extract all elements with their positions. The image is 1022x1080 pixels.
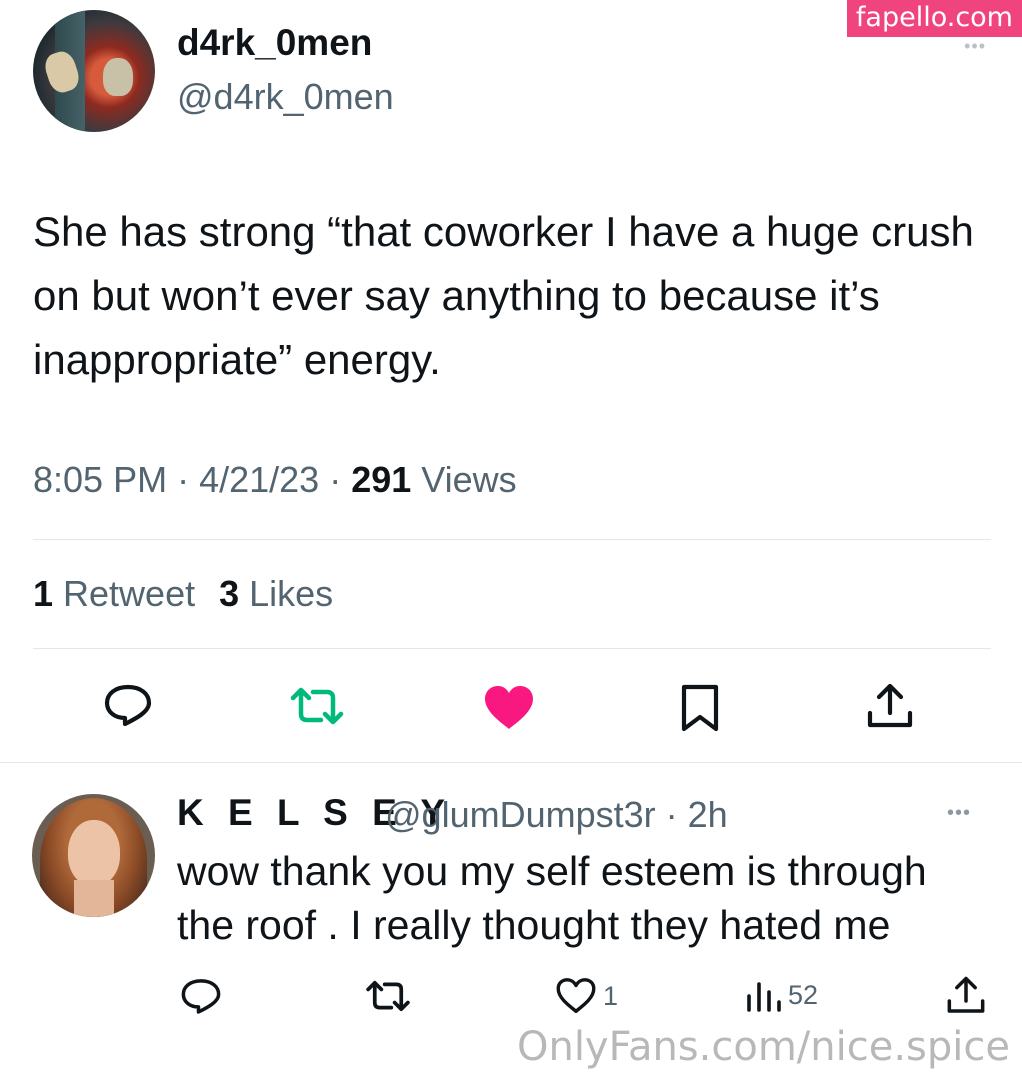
views-count: 291 bbox=[351, 459, 412, 500]
watermark-bottom: OnlyFans.com/nice.spice bbox=[516, 1024, 1010, 1070]
avatar[interactable] bbox=[33, 10, 155, 132]
share-icon bbox=[867, 683, 913, 728]
reply-share-button[interactable] bbox=[946, 976, 986, 1016]
reply-icon bbox=[104, 684, 152, 727]
tweet-text: She has strong “that coworker I have a h… bbox=[33, 208, 974, 383]
divider bbox=[0, 762, 1022, 763]
bookmark-icon bbox=[681, 684, 719, 732]
reply-reply-button[interactable] bbox=[180, 977, 222, 1015]
reply-handle[interactable]: @glumDumpst3r bbox=[385, 794, 656, 835]
tweet-date[interactable]: 4/21/23 bbox=[199, 459, 319, 500]
reply-likes-count: 1 bbox=[603, 980, 619, 1011]
reply-handle-line: @glumDumpst3r · 2h bbox=[385, 794, 728, 836]
retweet-icon bbox=[366, 980, 410, 1012]
reply-like-button[interactable]: 1 bbox=[555, 977, 618, 1015]
heart-outline-icon bbox=[556, 978, 596, 1014]
more-dots-icon[interactable]: ••• bbox=[947, 802, 971, 825]
reply-button[interactable] bbox=[103, 683, 153, 727]
reply-text: wow thank you my self esteem is through … bbox=[177, 848, 927, 948]
retweet-button[interactable] bbox=[288, 686, 346, 726]
tweet-meta: 8:05 PM · 4/21/23 · 291 Views bbox=[33, 459, 517, 501]
retweets-label: Retweet bbox=[53, 573, 196, 614]
bar-chart-icon bbox=[747, 982, 781, 1012]
meta-separator: · bbox=[319, 459, 352, 500]
more-dots-icon[interactable]: ••• bbox=[964, 36, 986, 57]
retweet-icon bbox=[290, 687, 344, 725]
likes-count: 3 bbox=[219, 573, 240, 614]
reply-views-count: 52 bbox=[788, 979, 819, 1010]
heart-filled-icon bbox=[485, 686, 533, 729]
reply-views-button[interactable]: 52 bbox=[746, 978, 818, 1012]
divider bbox=[33, 648, 991, 649]
likes-label: Likes bbox=[239, 573, 334, 614]
views-label: Views bbox=[411, 459, 517, 500]
tweet-time[interactable]: 8:05 PM bbox=[33, 459, 167, 500]
reply-separator: · bbox=[655, 794, 688, 835]
engagement-stats: 1 Retweet 3 Likes bbox=[33, 573, 333, 615]
share-icon bbox=[947, 976, 985, 1013]
watermark-top: fapello.com bbox=[846, 0, 1022, 37]
reply-avatar[interactable] bbox=[32, 794, 155, 917]
divider bbox=[33, 539, 991, 540]
retweets-stat[interactable]: 1 Retweet bbox=[33, 573, 195, 614]
reply-retweet-button[interactable] bbox=[364, 979, 412, 1013]
author-handle[interactable]: @d4rk_0men bbox=[177, 76, 394, 118]
reply-age[interactable]: 2h bbox=[688, 794, 728, 835]
like-button[interactable] bbox=[483, 685, 535, 731]
retweets-count: 1 bbox=[33, 573, 54, 614]
likes-stat[interactable]: 3 Likes bbox=[219, 573, 333, 614]
meta-separator: · bbox=[167, 459, 200, 500]
share-button[interactable] bbox=[866, 683, 914, 731]
bookmark-button[interactable] bbox=[680, 683, 720, 733]
author-display-name[interactable]: d4rk_0men bbox=[177, 22, 372, 64]
reply-icon bbox=[181, 979, 221, 1014]
